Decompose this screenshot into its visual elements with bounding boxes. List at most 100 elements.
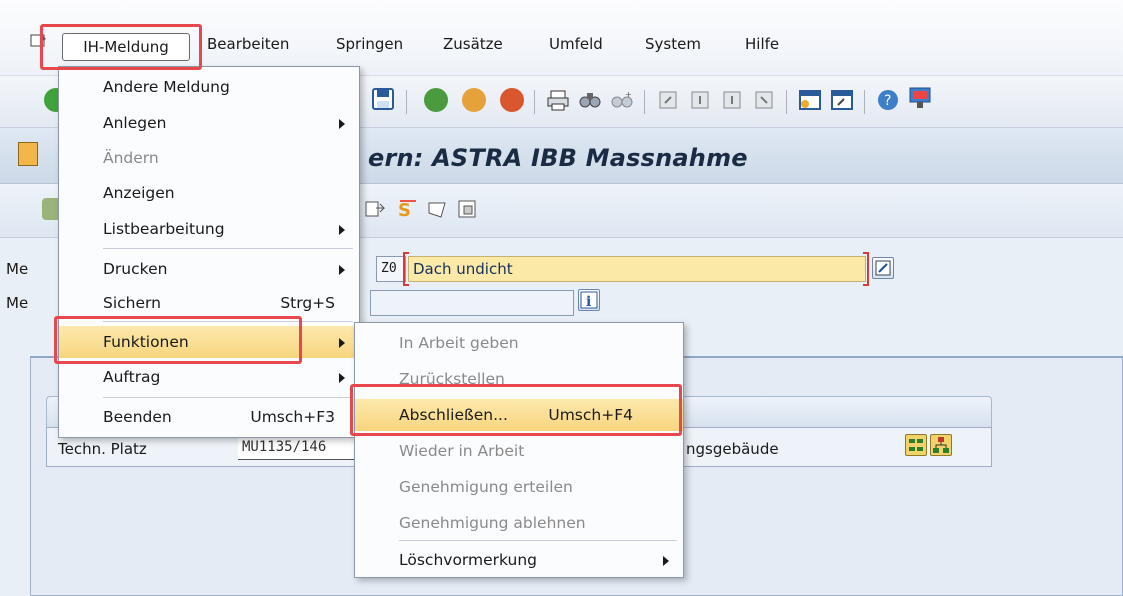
customize-layout-icon[interactable] xyxy=(908,86,932,116)
required-bracket-right xyxy=(863,252,869,286)
menu-springen[interactable]: Springen xyxy=(336,32,403,58)
menu-item-drucken[interactable]: Drucken xyxy=(59,253,359,285)
toolbar-separator xyxy=(786,90,787,114)
next-page-icon[interactable] xyxy=(720,88,744,116)
menu-item-label: Listbearbeitung xyxy=(103,220,225,238)
menu-bearbeiten-label: Bearbeiten xyxy=(207,35,290,53)
techn-platz-description: ngsgebäude xyxy=(686,440,779,458)
menu-item-aendern: Ändern xyxy=(59,142,359,174)
menu-item-genehmigung-ablehnen: Genehmigung ablehnen xyxy=(355,507,683,539)
attachment-icon[interactable] xyxy=(456,198,478,224)
new-session-icon[interactable] xyxy=(798,88,822,116)
menu-item-anzeigen[interactable]: Anzeigen xyxy=(59,177,359,209)
menu-umfeld[interactable]: Umfeld xyxy=(549,32,603,58)
meldungsart-field[interactable] xyxy=(370,290,574,316)
submenu-arrow-icon xyxy=(339,338,345,348)
menu-item-label: Auftrag xyxy=(103,368,161,386)
menu-item-listbearbeitung[interactable]: Listbearbeitung xyxy=(59,213,359,245)
techn-platz-label: Techn. Platz xyxy=(58,440,147,458)
techn-platz-value: MU1135/146 xyxy=(242,439,327,455)
menu-system[interactable]: System xyxy=(645,32,701,58)
menu-zusaetze[interactable]: Zusätze xyxy=(443,32,503,58)
techn-platz-field[interactable]: MU1135/146 xyxy=(238,436,368,460)
svg-text:?: ? xyxy=(884,93,891,109)
meldungsart-label: Me xyxy=(6,294,29,312)
short-text-input[interactable]: Dach undicht xyxy=(408,256,866,282)
cancel-icon[interactable] xyxy=(500,88,524,112)
document-flow-icon[interactable] xyxy=(364,200,386,224)
menu-separator xyxy=(399,540,677,541)
menu-bar: IH-Meldung Bearbeiten Springen Zusätze U… xyxy=(0,0,1123,76)
back-icon[interactable] xyxy=(424,88,448,112)
last-page-icon[interactable] xyxy=(752,88,776,116)
menu-bearbeiten[interactable]: Bearbeiten xyxy=(207,32,289,58)
exit-icon[interactable] xyxy=(462,88,486,112)
svg-text:S: S xyxy=(398,200,411,220)
menu-item-shortcut: Umsch+F4 xyxy=(548,406,633,424)
menu-item-label: Drucken xyxy=(103,260,168,278)
menu-item-beenden[interactable]: Beenden Umsch+F3 xyxy=(59,401,359,433)
page-title: ern: ASTRA IBB Massnahme xyxy=(368,144,748,172)
window-icon[interactable] xyxy=(30,32,48,48)
menu-item-sichern[interactable]: Sichern Strg+S xyxy=(59,287,359,319)
help-icon[interactable]: ? xyxy=(876,88,900,116)
menu-separator xyxy=(103,248,353,249)
hierarchy-icon[interactable] xyxy=(930,434,952,456)
find-icon[interactable] xyxy=(578,88,602,116)
toolbar-separator xyxy=(864,90,865,114)
menu-item-funktionen[interactable]: Funktionen xyxy=(59,326,359,358)
transaction-icon xyxy=(18,142,38,166)
menu-separator xyxy=(103,321,353,322)
toolbar-separator xyxy=(406,90,407,114)
menu-item-label: In Arbeit geben xyxy=(399,334,519,352)
toolbar-separator xyxy=(644,90,645,114)
menu-item-andere-meldung[interactable]: Andere Meldung xyxy=(59,71,359,103)
funktionen-submenu: In Arbeit geben Zurückstellen Abschließe… xyxy=(354,322,684,578)
svg-text:i: i xyxy=(586,294,591,310)
submenu-arrow-icon xyxy=(339,119,345,129)
menu-item-label: Genehmigung ablehnen xyxy=(399,514,586,532)
menu-item-shortcut: Umsch+F3 xyxy=(250,408,335,426)
menu-hilfe-label: Hilfe xyxy=(745,35,780,53)
menu-item-label: Wieder in Arbeit xyxy=(399,442,525,460)
first-page-icon[interactable] xyxy=(656,88,680,116)
menu-hilfe[interactable]: Hilfe xyxy=(745,32,779,58)
info-icon[interactable]: i xyxy=(578,289,600,311)
menu-item-label: Andere Meldung xyxy=(103,78,230,96)
menu-item-genehmigung-erteilen: Genehmigung erteilen xyxy=(355,471,683,503)
previous-page-icon[interactable] xyxy=(688,88,712,116)
menu-item-label: Funktionen xyxy=(103,333,189,351)
menu-item-shortcut: Strg+S xyxy=(280,294,335,312)
menu-ih-meldung[interactable]: IH-Meldung xyxy=(62,33,190,61)
action-box-icon[interactable]: S xyxy=(396,198,418,224)
menu-system-label: System xyxy=(645,35,701,53)
menu-item-label: Beenden xyxy=(103,408,172,426)
menu-item-abschliessen[interactable]: Abschließen... Umsch+F4 xyxy=(355,399,683,431)
priority-code-field[interactable]: Z0 xyxy=(376,256,406,282)
menu-item-loeschvormerkung[interactable]: Löschvormerkung xyxy=(355,544,683,576)
ih-meldung-menu: Andere Meldung Anlegen Ändern Anzeigen L… xyxy=(58,66,360,438)
structure-list-icon[interactable] xyxy=(905,434,927,456)
menu-item-zurueckstellen: Zurückstellen xyxy=(355,363,683,395)
note-icon[interactable] xyxy=(426,199,448,223)
menu-separator xyxy=(103,397,353,398)
menu-ih-meldung-label: IH-Meldung xyxy=(83,38,169,56)
menu-item-wieder-in-arbeit: Wieder in Arbeit xyxy=(355,435,683,467)
long-text-edit-icon[interactable] xyxy=(872,257,894,279)
submenu-arrow-icon xyxy=(339,373,345,383)
submenu-arrow-icon xyxy=(663,556,669,566)
menu-item-label: Anlegen xyxy=(103,114,167,132)
menu-item-in-arbeit-geben: In Arbeit geben xyxy=(355,327,683,359)
menu-item-anlegen[interactable]: Anlegen xyxy=(59,107,359,139)
menu-item-auftrag[interactable]: Auftrag xyxy=(59,361,359,393)
meldung-label: Me xyxy=(6,260,29,278)
shortcut-icon[interactable] xyxy=(830,88,854,116)
menu-item-label: Anzeigen xyxy=(103,184,175,202)
menu-zusaetze-label: Zusätze xyxy=(443,35,503,53)
menu-item-label: Abschließen... xyxy=(399,406,508,424)
menu-item-label: Zurückstellen xyxy=(399,370,505,388)
submenu-arrow-icon xyxy=(339,225,345,235)
find-next-icon[interactable]: + xyxy=(610,88,634,116)
print-icon[interactable] xyxy=(546,88,570,116)
save-icon[interactable] xyxy=(371,87,395,115)
